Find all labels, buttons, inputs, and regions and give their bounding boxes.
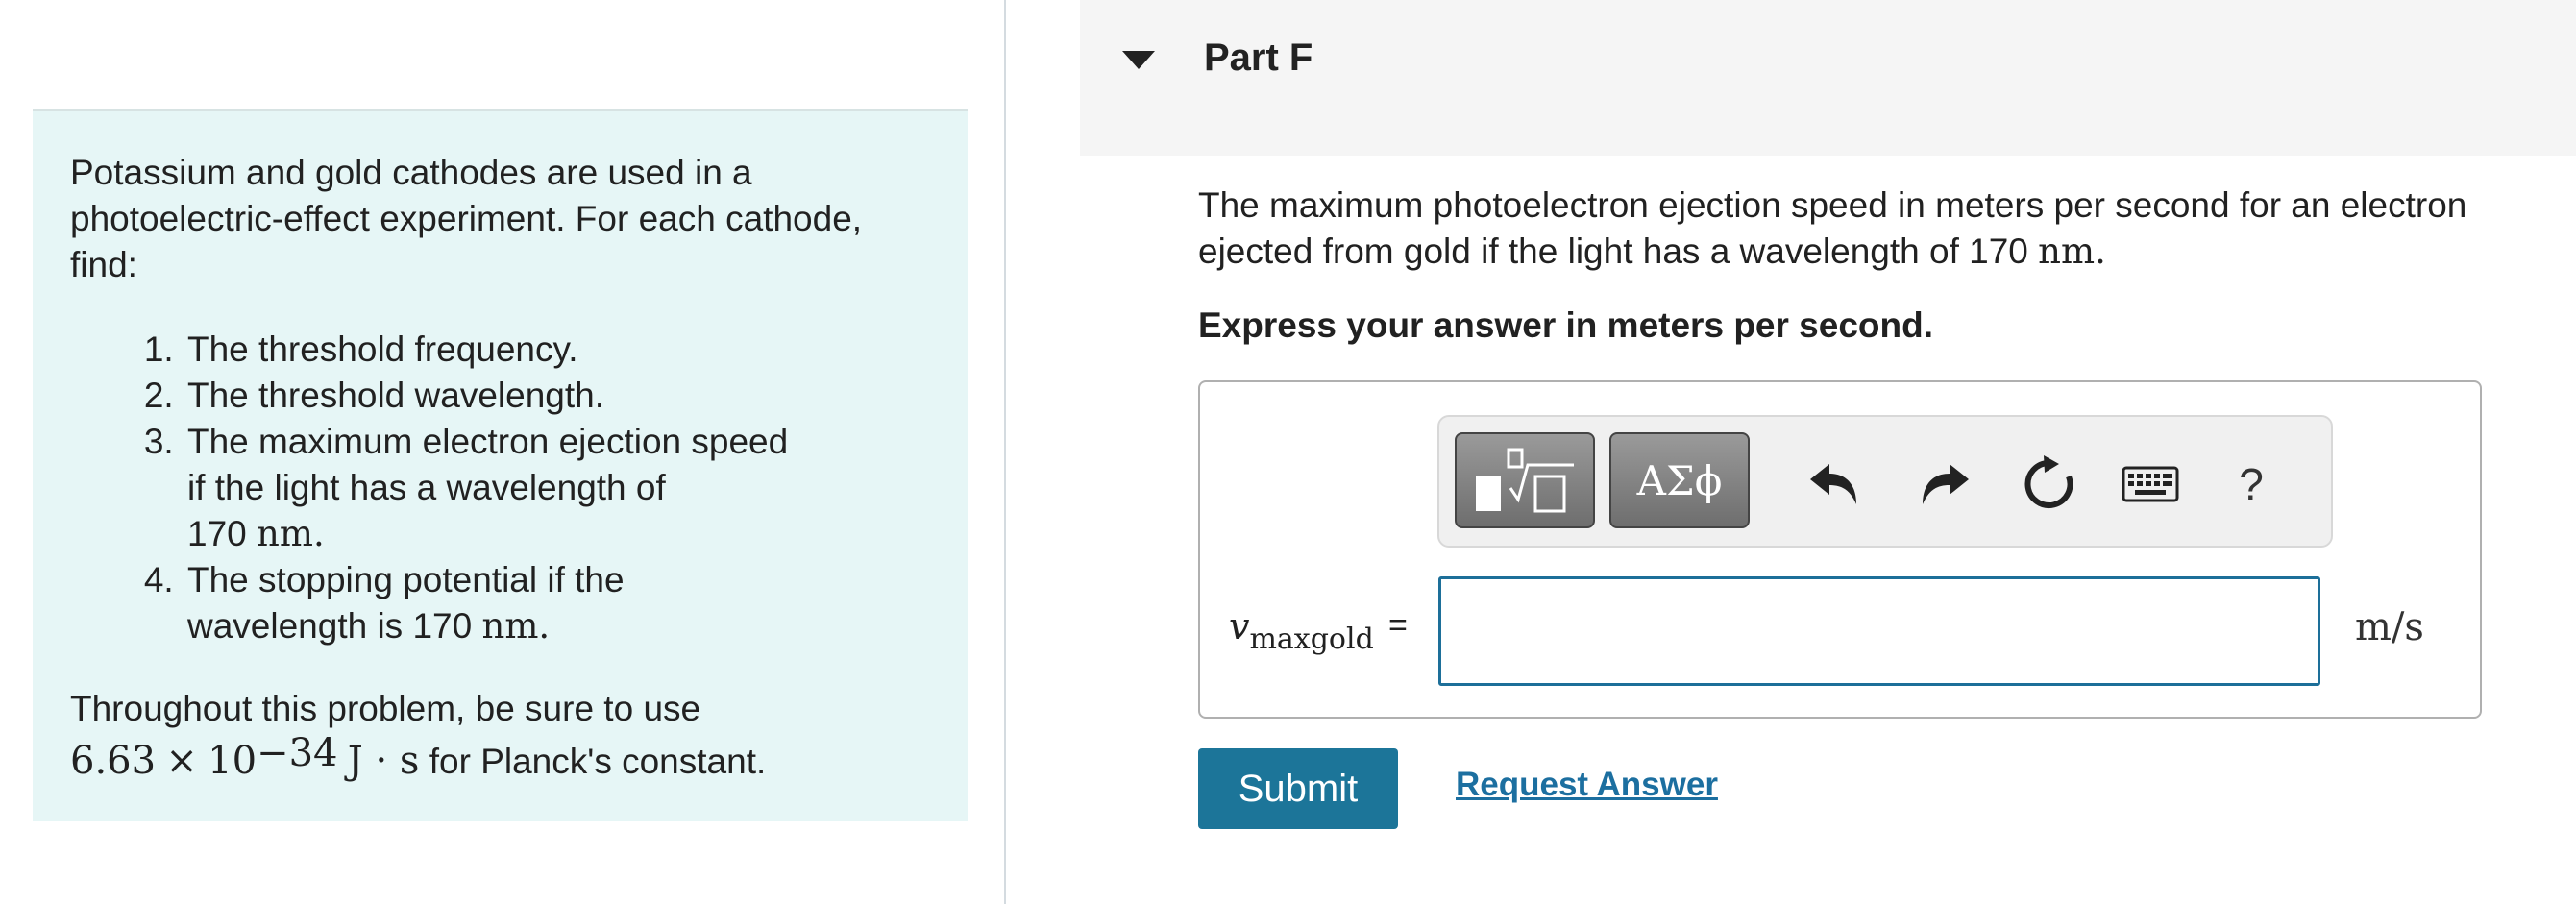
problem-statement-panel: Potassium and gold cathodes are used in … — [33, 109, 968, 821]
variable-subscript: maxgold — [1249, 623, 1374, 656]
caret-down-icon[interactable] — [1122, 51, 1155, 69]
planck-unit: J · s — [347, 739, 420, 783]
symbols-button[interactable]: ΑΣϕ — [1609, 432, 1750, 528]
equals-sign: = — [1388, 607, 1408, 644]
redo-arrow-icon — [1923, 464, 1969, 504]
wavelength-unit: nm — [257, 513, 313, 554]
reset-icon[interactable] — [2016, 446, 2083, 523]
answer-box: ΑΣϕ ? vmaxgold = m/s — [1198, 380, 2482, 719]
undo-arrow-icon — [1810, 464, 1856, 504]
planck-exponent: −34 — [257, 731, 338, 775]
planck-mantissa: 6.63 — [70, 739, 157, 783]
submit-button[interactable]: Submit — [1198, 748, 1398, 829]
help-icon[interactable]: ? — [2218, 446, 2285, 523]
task-line: The maximum electron ejection speed — [187, 422, 789, 461]
constant-note: Throughout this problem, be sure to use — [70, 689, 701, 728]
task-line: wavelength is 170 nm. — [187, 603, 968, 649]
keyboard-icon[interactable] — [2112, 446, 2189, 523]
wavelength-unit: nm — [481, 605, 539, 647]
variable-label: vmaxgold — [1229, 605, 1374, 656]
math-toolbar: ΑΣϕ ? — [1437, 415, 2333, 548]
variable-main: v — [1229, 605, 1250, 647]
keyboard-glyph-icon — [2122, 466, 2179, 502]
wavelength-unit: nm — [2038, 231, 2096, 272]
panel-divider — [1004, 0, 1006, 904]
templates-button[interactable] — [1455, 432, 1595, 528]
task-line: The stopping potential if the — [187, 560, 625, 599]
undo-icon[interactable] — [1802, 446, 1869, 523]
part-header[interactable]: Part F — [1080, 0, 2576, 156]
planck-base: 10 — [208, 739, 258, 783]
task-list: The threshold frequency. The threshold w… — [70, 327, 968, 649]
answer-instruction: Express your answer in meters per second… — [1198, 305, 1933, 345]
list-item: The threshold frequency. — [184, 327, 968, 373]
period: . — [312, 513, 325, 554]
period: . — [538, 605, 551, 647]
question-text: The maximum photoelectron ejection speed… — [1198, 183, 2563, 275]
list-item: The stopping potential if the wavelength… — [184, 557, 968, 649]
answer-input[interactable] — [1438, 576, 2320, 686]
list-item: The threshold wavelength. — [184, 373, 968, 419]
refresh-icon — [2024, 455, 2073, 508]
task-text: wavelength is 170 — [187, 606, 473, 646]
redo-icon[interactable] — [1910, 446, 1977, 523]
templates-icon — [1476, 448, 1574, 513]
task-line: if the light has a wavelength of — [187, 468, 666, 507]
list-item: The maximum electron ejection speed if t… — [184, 419, 968, 557]
wavelength-value: 170 — [187, 514, 247, 553]
question-body: The maximum photoelectron ejection speed… — [1198, 185, 2467, 271]
unit-label: m/s — [2355, 605, 2424, 649]
task-line: 170 nm. — [187, 511, 968, 557]
planck-suffix: for Planck's constant. — [429, 742, 767, 781]
planck-constant: 6.63 × 10−34 J · s for Planck's constant… — [70, 731, 968, 791]
times-sign: × — [165, 739, 198, 783]
period: . — [2095, 231, 2106, 272]
part-title: Part F — [1204, 37, 1313, 79]
request-answer-link[interactable]: Request Answer — [1456, 766, 1718, 804]
problem-intro: Potassium and gold cathodes are used in … — [70, 153, 863, 284]
